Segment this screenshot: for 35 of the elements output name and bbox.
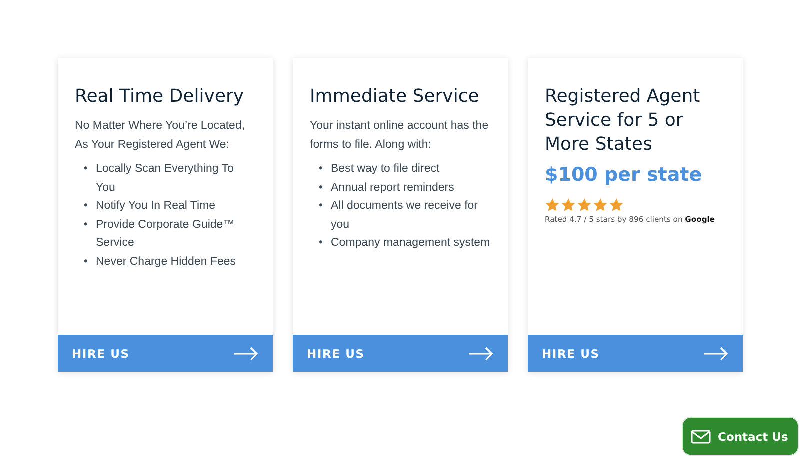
bullet: • [84,199,90,214]
feature-item: Best way to file direct [331,162,441,177]
feature-item: Notify You In Real Time [96,199,217,214]
bullet: • [319,180,324,196]
feature-item: Company management system [331,236,491,251]
bullet: • [319,162,324,177]
mail-icon [691,430,711,444]
bullet: • [84,218,90,232]
feature-item: Annual report reminders [331,180,456,196]
feature-item: All documents we receive for you [331,199,480,232]
price: $100 per state [545,164,704,186]
contact-us-button[interactable]: Contact Us [682,417,800,456]
feature-item: Never Charge Hidden Fees [96,254,237,270]
arrow-icon [703,346,729,360]
hire-us-button[interactable]: HIRE US [293,335,508,372]
hire-us-button[interactable]: HIRE US [528,335,743,372]
card-title: Immediate Service [310,85,480,109]
bullet: • [319,199,324,214]
card-title: Registered Agent Service for 5 or More States [545,85,702,157]
feature-item: Provide Corporate Guide™ Service [96,218,236,251]
card-intro: Your instant online account has the forms to file. Along with: [310,119,490,153]
star-icon [577,198,592,212]
star-icon [545,198,560,212]
star-icon [561,198,576,212]
feature-item: Locally Scan Everything To You [96,162,235,196]
arrow-icon [468,346,494,360]
bullet: • [84,254,90,270]
star-icon [609,198,624,212]
card-intro: No Matter Where You’re Located, As Your Registered Agent We: [75,119,246,153]
bullet: • [319,236,324,251]
star-icon [593,198,608,212]
card-title: Real Time Delivery [75,85,246,109]
hire-us-button[interactable]: HIRE US [58,335,273,372]
arrow-icon [233,346,259,360]
bullet: • [84,162,90,177]
